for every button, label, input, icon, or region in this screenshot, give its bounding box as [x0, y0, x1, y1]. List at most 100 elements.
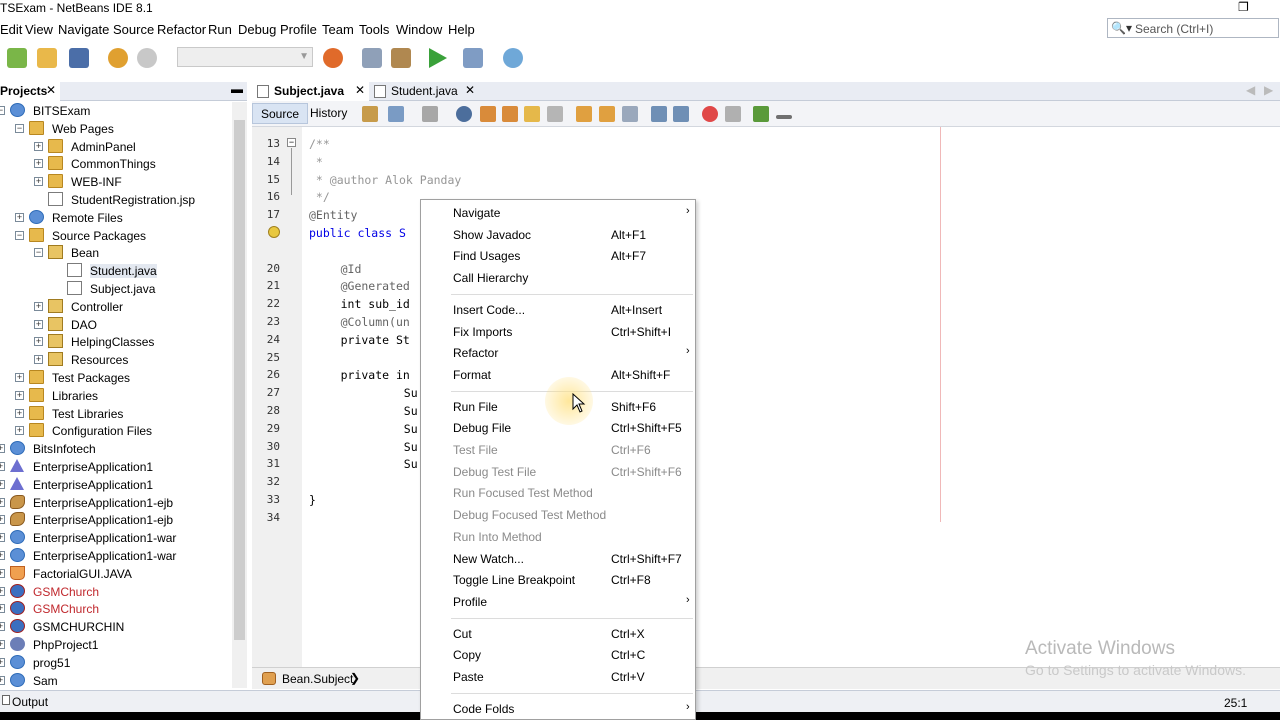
expand-icon[interactable]: +: [34, 301, 43, 311]
menu-item-show-javadoc[interactable]: Show Javadoc Alt+F1: [421, 225, 695, 246]
expand-icon[interactable]: +: [0, 462, 5, 471]
scrollbar-thumb[interactable]: [234, 120, 245, 640]
tree-item[interactable]: + Sam: [0, 672, 232, 688]
next-bookmark-icon[interactable]: [599, 106, 615, 122]
tree-scrollbar[interactable]: [232, 102, 247, 688]
tree-item[interactable]: − Source Packages: [0, 227, 232, 245]
tree-item[interactable]: + FactorialGUI.JAVA: [0, 565, 232, 583]
tree-item[interactable]: + Controller: [0, 298, 232, 316]
expand-icon[interactable]: +: [0, 497, 5, 507]
code-line[interactable]: private in: [341, 368, 410, 382]
menu-item-call-hierarchy[interactable]: Call Hierarchy: [421, 268, 695, 289]
build-icon[interactable]: [362, 48, 382, 68]
code-line[interactable]: Su: [404, 404, 418, 418]
tree-item[interactable]: + DAO: [0, 316, 232, 334]
code-line[interactable]: @Entity: [309, 208, 357, 222]
code-line[interactable]: }: [309, 493, 316, 507]
expand-icon[interactable]: +: [0, 533, 5, 543]
collapse-icon[interactable]: −: [0, 106, 5, 115]
code-line[interactable]: *: [309, 155, 323, 169]
tab-projects[interactable]: Projects ✕: [0, 82, 60, 101]
tree-item[interactable]: + GSMChurch: [0, 583, 232, 601]
code-line[interactable]: Su: [404, 457, 418, 471]
expand-icon[interactable]: +: [15, 390, 24, 400]
expand-icon[interactable]: +: [34, 141, 43, 151]
tree-item[interactable]: + GSMCHURCHIN: [0, 618, 232, 636]
new-project-icon[interactable]: [37, 48, 57, 68]
menu-item-refactor[interactable]: Refactor ›: [421, 343, 695, 364]
tree-item[interactable]: + Test Packages: [0, 369, 232, 387]
tree-item[interactable]: + Test Libraries: [0, 405, 232, 423]
fold-collapse-icon[interactable]: −: [287, 138, 296, 147]
menu-profile[interactable]: Profile: [280, 22, 317, 37]
menu-item-new-watch[interactable]: New Watch... Ctrl+Shift+F7: [421, 549, 695, 570]
menu-view[interactable]: View: [25, 22, 53, 37]
tree-item[interactable]: − Web Pages: [0, 120, 232, 138]
expand-icon[interactable]: +: [15, 408, 24, 418]
menu-item-code-folds[interactable]: Code Folds ›: [421, 699, 695, 720]
debug-icon[interactable]: [463, 48, 483, 68]
undo-icon[interactable]: [108, 48, 128, 68]
tree-item[interactable]: + GSMChurch: [0, 600, 232, 618]
menu-item-navigate[interactable]: Navigate ›: [421, 203, 695, 224]
tree-item[interactable]: + Configuration Files: [0, 422, 232, 440]
scroll-tabs-left-icon[interactable]: ◀: [1246, 83, 1255, 97]
tree-item[interactable]: + EnterpriseApplication1: [0, 458, 232, 476]
close-icon[interactable]: ✕: [46, 83, 56, 97]
tree-item[interactable]: + EnterpriseApplication1-war: [0, 529, 232, 547]
expand-icon[interactable]: +: [34, 159, 43, 169]
collapse-icon[interactable]: −: [15, 123, 24, 133]
code-line[interactable]: public class S: [309, 226, 406, 240]
start-macro-icon[interactable]: [702, 106, 718, 122]
menu-tools[interactable]: Tools: [359, 22, 389, 37]
menu-refactor[interactable]: Refactor: [157, 22, 206, 37]
configuration-select[interactable]: ▼: [177, 47, 313, 67]
tree-item[interactable]: + WEB-INF: [0, 173, 232, 191]
code-line[interactable]: @Id: [341, 262, 362, 276]
menu-team[interactable]: Team: [322, 22, 354, 37]
tree-item[interactable]: Subject.java: [0, 280, 232, 298]
tree-item[interactable]: + EnterpriseApplication1: [0, 476, 232, 494]
stop-macro-icon[interactable]: [725, 106, 741, 122]
expand-icon[interactable]: +: [15, 426, 24, 436]
hint-bulb-icon[interactable]: [268, 226, 280, 238]
comment-icon[interactable]: [753, 106, 769, 122]
tree-item[interactable]: + Remote Files: [0, 209, 232, 227]
menu-item-profile[interactable]: Profile ›: [421, 592, 695, 613]
tree-item[interactable]: + HelpingClasses: [0, 333, 232, 351]
menu-navigate[interactable]: Navigate: [58, 22, 109, 37]
expand-icon[interactable]: +: [0, 444, 5, 454]
menu-item-find-usages[interactable]: Find Usages Alt+F7: [421, 246, 695, 267]
scroll-tabs-right-icon[interactable]: ▶: [1264, 83, 1273, 97]
profile-icon[interactable]: [503, 48, 523, 68]
code-line[interactable]: Su: [404, 386, 418, 400]
menu-item-copy[interactable]: Copy Ctrl+C: [421, 645, 695, 666]
tree-item[interactable]: − BITSExam: [0, 102, 232, 120]
expand-icon[interactable]: +: [0, 568, 5, 578]
tree-item[interactable]: + PhpProject1: [0, 636, 232, 654]
menu-edit[interactable]: Edit: [0, 22, 22, 37]
tree-item[interactable]: + Libraries: [0, 387, 232, 405]
code-line[interactable]: /**: [309, 137, 330, 151]
history-button[interactable]: History: [302, 103, 355, 124]
new-file-icon[interactable]: [7, 48, 27, 68]
expand-icon[interactable]: +: [0, 640, 5, 649]
code-line[interactable]: private St: [341, 333, 410, 347]
expand-icon[interactable]: +: [0, 479, 5, 489]
collapse-icon[interactable]: −: [15, 230, 24, 240]
expand-icon[interactable]: +: [0, 622, 5, 632]
back-icon[interactable]: [388, 106, 404, 122]
toggle-highlight-icon[interactable]: [524, 106, 540, 122]
breadcrumb-label[interactable]: Bean.Subject: [282, 672, 353, 686]
forward-icon[interactable]: [422, 106, 438, 122]
code-line[interactable]: Su: [404, 440, 418, 454]
shift-left-icon[interactable]: [651, 106, 667, 122]
expand-icon[interactable]: +: [0, 551, 5, 560]
collapse-icon[interactable]: −: [34, 248, 43, 258]
last-edit-icon[interactable]: [362, 106, 378, 122]
expand-icon[interactable]: +: [0, 604, 5, 614]
tab-subject-java[interactable]: Subject.java ✕: [252, 82, 369, 101]
tree-item[interactable]: + EnterpriseApplication1-war: [0, 547, 232, 565]
minimize-icon[interactable]: ▬: [231, 82, 243, 96]
run-icon[interactable]: [429, 48, 447, 68]
